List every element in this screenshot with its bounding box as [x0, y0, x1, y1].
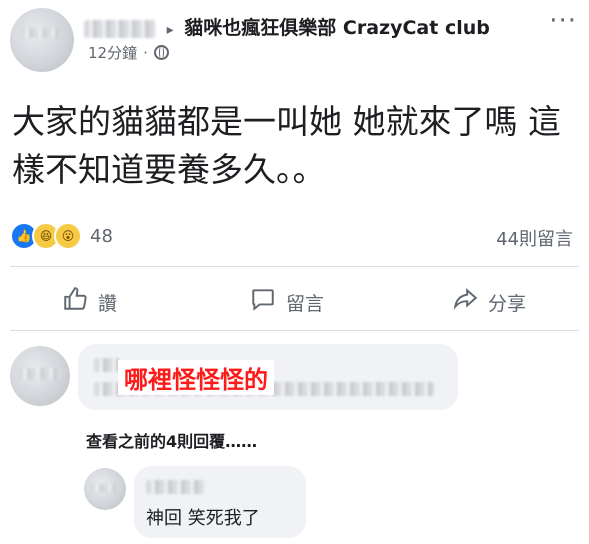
- view-previous-replies-link[interactable]: 查看之前的4則回覆……: [86, 428, 257, 452]
- avatar-blur: [20, 28, 64, 38]
- post-body-text: 大家的貓貓都是一叫她 她就來了嗎 這樣不知道要養多久。。: [12, 102, 561, 189]
- post-time[interactable]: 12分鐘: [88, 42, 137, 63]
- share-icon: [452, 286, 478, 318]
- reaction-count: 48: [90, 225, 113, 247]
- wow-icon: 😮: [54, 222, 82, 250]
- share-button[interactable]: 分享: [452, 286, 526, 318]
- post-header: ▸ 貓咪也瘋狂俱樂部 CrazyCat club: [84, 13, 490, 40]
- commenter-avatar[interactable]: [10, 346, 70, 406]
- avatar-blur: [18, 368, 62, 380]
- poster-avatar[interactable]: [10, 8, 74, 72]
- globe-icon: [153, 45, 169, 60]
- commenter-name-blurred[interactable]: [94, 358, 120, 372]
- divider-bottom: [10, 330, 579, 331]
- replier-avatar[interactable]: [84, 468, 126, 510]
- reply-bubble: 神回 笑死我了: [134, 466, 306, 538]
- comment-icon: [250, 286, 276, 318]
- more-options-button[interactable]: ···: [549, 6, 577, 36]
- reply-text: 神回 笑死我了: [146, 508, 260, 529]
- like-label: 讚: [98, 292, 118, 315]
- comments-count-link[interactable]: 44則留言: [496, 225, 573, 251]
- divider-top: [10, 266, 579, 267]
- group-name-link[interactable]: 貓咪也瘋狂俱樂部 CrazyCat club: [184, 17, 490, 39]
- comment-label: 留言: [286, 292, 325, 315]
- group-arrow-icon: ▸: [166, 22, 174, 38]
- meta-separator: ·: [143, 43, 148, 62]
- poster-name-blurred[interactable]: [84, 19, 156, 38]
- avatar-blur: [90, 484, 120, 492]
- post-meta: 12分鐘 ·: [88, 42, 169, 63]
- thumbs-up-icon: [62, 286, 88, 318]
- comment-button[interactable]: 留言: [250, 286, 324, 318]
- share-label: 分享: [488, 292, 527, 315]
- reactions-summary[interactable]: 👍 😆 😮 48: [10, 222, 113, 250]
- like-button[interactable]: 讚: [62, 286, 117, 318]
- overlay-caption: 哪裡怪怪怪的: [118, 360, 274, 395]
- replier-name-blurred[interactable]: [146, 480, 206, 494]
